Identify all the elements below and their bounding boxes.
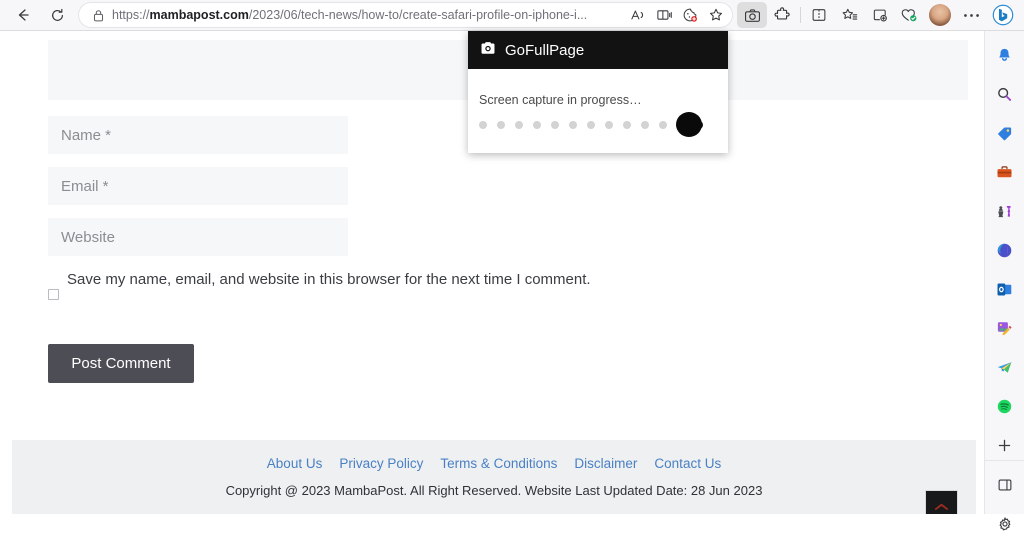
address-bar[interactable]: https://mambapost.com/2023/06/tech-news/… [78,2,733,28]
shopping-cookie-icon[interactable] [677,3,703,27]
save-info-label: Save my name, email, and website in this… [67,271,591,288]
progress-dot [515,121,523,129]
browser-toolbar: https://mambapost.com/2023/06/tech-news/… [0,0,1024,31]
back-button[interactable] [8,2,38,28]
name-input[interactable]: Name * [48,116,348,154]
progress-dot [551,121,559,129]
sidebar-office-icon[interactable] [990,235,1020,265]
read-aloud-icon[interactable] [625,3,651,27]
progress-dot [641,121,649,129]
footer-link-terms-conditions[interactable]: Terms & Conditions [440,456,557,471]
profile-avatar[interactable] [929,4,951,26]
gofullpage-header: GoFullPage [468,31,728,69]
save-info-consent-row: Save my name, email, and website in this… [48,267,648,300]
sidebar-toggle-panel-icon[interactable] [990,470,1020,500]
favorite-star-icon[interactable] [703,3,729,27]
extensions-puzzle-icon[interactable] [767,2,797,28]
capture-progress-dots [468,107,728,137]
immersive-reader-icon[interactable] [651,3,677,27]
progress-dot [605,121,613,129]
progress-dot [479,121,487,129]
gofullpage-status-text: Screen capture in progress… [479,93,642,107]
sidebar-telegram-icon[interactable] [990,352,1020,382]
mouse-cursor [676,112,702,137]
email-input[interactable]: Email * [48,167,348,205]
footer-link-privacy-policy[interactable]: Privacy Policy [339,456,423,471]
favorites-icon[interactable] [834,2,864,28]
progress-dot [497,121,505,129]
progress-dot [569,121,577,129]
gofullpage-popup: GoFullPage Screen capture in progress… [468,31,728,153]
progress-dot [659,121,667,129]
website-input-placeholder: Website [61,228,115,246]
collections-icon[interactable] [864,2,894,28]
sidebar-designer-icon[interactable] [990,313,1020,343]
footer-links: About Us Privacy Policy Terms & Conditio… [267,456,721,471]
name-input-placeholder: Name * [61,126,112,144]
sidebar-shopping-tag-icon[interactable] [990,118,1020,148]
scroll-to-top-button[interactable] [925,490,958,514]
sidebar-tools-icon[interactable] [990,157,1020,187]
sidebar-notifications-icon[interactable] [990,40,1020,70]
refresh-button[interactable] [42,2,72,28]
edge-sidebar [984,31,1024,531]
lock-icon[interactable] [88,9,108,22]
footer-link-contact-us[interactable]: Contact Us [654,456,721,471]
sidebar-spotify-icon[interactable] [990,391,1020,421]
footer-link-about-us[interactable]: About Us [267,456,323,471]
progress-dot [623,121,631,129]
sidebar-add-icon[interactable] [990,430,1020,460]
site-footer: About Us Privacy Policy Terms & Conditio… [12,440,976,514]
sidebar-games-icon[interactable] [990,196,1020,226]
footer-link-disclaimer[interactable]: Disclaimer [574,456,637,471]
sidebar-search-icon[interactable] [990,79,1020,109]
split-screen-icon[interactable] [804,2,834,28]
settings-more-icon[interactable] [956,2,986,28]
website-input[interactable]: Website [48,218,348,256]
url-text: https://mambapost.com/2023/06/tech-news/… [112,8,588,22]
toolbar-divider [800,7,801,23]
browser-essentials-icon[interactable] [894,2,924,28]
copilot-bing-icon[interactable] [988,2,1018,28]
email-input-placeholder: Email * [61,177,109,195]
sidebar-bottom-group [985,460,1024,546]
post-comment-button[interactable]: Post Comment [48,344,194,383]
progress-dot [533,121,541,129]
camera-icon [480,41,496,60]
footer-copyright: Copyright @ 2023 MambaPost. All Right Re… [225,483,763,498]
gofullpage-title: GoFullPage [505,41,585,59]
save-info-checkbox[interactable] [48,289,59,300]
sidebar-outlook-icon[interactable] [990,274,1020,304]
progress-dot [587,121,595,129]
screenshot-camera-icon[interactable] [737,2,767,28]
